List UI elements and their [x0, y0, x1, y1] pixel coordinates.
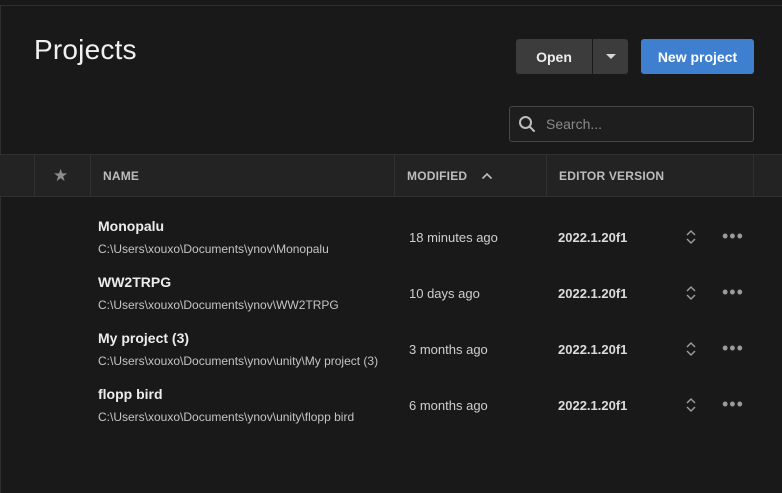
top-divider	[0, 5, 782, 6]
chevron-up-down-icon[interactable]	[684, 285, 698, 301]
column-header-modified[interactable]: MODIFIED	[407, 155, 493, 196]
project-editor-version: 2022.1.20f1	[558, 230, 628, 245]
project-name: WW2TRPG	[98, 274, 172, 290]
open-button-group: Open	[516, 39, 628, 74]
project-editor-version: 2022.1.20f1	[558, 286, 628, 301]
star-icon[interactable]: ★	[53, 166, 68, 186]
new-project-button[interactable]: New project	[641, 39, 754, 74]
table-row[interactable]: Monopalu C:\Users\xouxo\Documents\ynov\M…	[0, 210, 782, 266]
table-header: ★ NAME MODIFIED EDITOR VERSION	[0, 154, 782, 197]
table-row[interactable]: flopp bird C:\Users\xouxo\Documents\ynov…	[0, 378, 782, 434]
chevron-up-icon	[482, 172, 493, 179]
project-name: Monopalu	[98, 218, 165, 234]
column-divider	[546, 155, 547, 196]
project-path: C:\Users\xouxo\Documents\ynov\Monopalu	[98, 242, 329, 256]
more-horizontal-icon[interactable]: •••	[722, 226, 744, 247]
column-divider	[90, 155, 91, 196]
column-header-name[interactable]: NAME	[103, 155, 139, 196]
project-modified: 18 minutes ago	[409, 230, 498, 245]
project-path: C:\Users\xouxo\Documents\ynov\unity\flop…	[98, 410, 355, 424]
search-icon	[519, 116, 535, 132]
column-divider	[394, 155, 395, 196]
chevron-up-down-icon[interactable]	[684, 397, 698, 413]
project-name: flopp bird	[98, 386, 163, 402]
table-row[interactable]: WW2TRPG C:\Users\xouxo\Documents\ynov\WW…	[0, 266, 782, 322]
open-dropdown-button[interactable]	[593, 39, 628, 74]
project-path: C:\Users\xouxo\Documents\ynov\unity\My p…	[98, 354, 379, 368]
project-name: My project (3)	[98, 330, 190, 346]
search-box	[509, 106, 754, 142]
more-horizontal-icon[interactable]: •••	[722, 338, 744, 359]
more-horizontal-icon[interactable]: •••	[722, 394, 744, 415]
project-path: C:\Users\xouxo\Documents\ynov\WW2TRPG	[98, 298, 339, 312]
caret-down-icon	[605, 54, 616, 59]
column-header-editor-version[interactable]: EDITOR VERSION	[559, 155, 664, 196]
page-title: Projects	[34, 34, 137, 65]
project-editor-version: 2022.1.20f1	[558, 342, 628, 357]
project-modified: 6 months ago	[409, 398, 488, 413]
project-modified: 10 days ago	[409, 286, 480, 301]
chevron-up-down-icon[interactable]	[684, 341, 698, 357]
chevron-up-down-icon[interactable]	[684, 229, 698, 245]
search-input[interactable]	[544, 115, 738, 133]
more-horizontal-icon[interactable]: •••	[722, 282, 744, 303]
table-row[interactable]: My project (3) C:\Users\xouxo\Documents\…	[0, 322, 782, 378]
project-editor-version: 2022.1.20f1	[558, 398, 628, 413]
column-divider	[34, 155, 35, 196]
column-header-modified-label: MODIFIED	[407, 168, 468, 183]
project-modified: 3 months ago	[409, 342, 488, 357]
open-button[interactable]: Open	[516, 39, 592, 74]
column-divider	[753, 155, 754, 196]
